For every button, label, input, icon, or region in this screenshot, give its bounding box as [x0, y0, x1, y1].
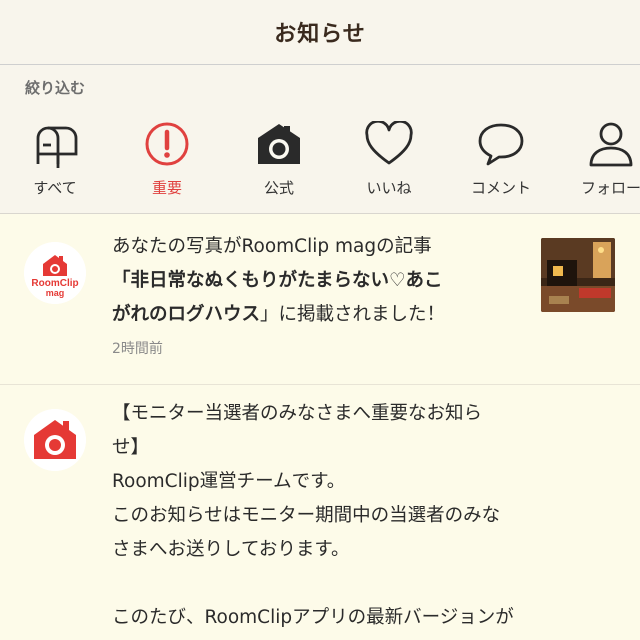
notification-message: 【モニター当選者のみなさまへ重要なお知ら せ】 RoomClip運営チームです。… — [112, 397, 612, 635]
roomclip-mag-logo: RoomClip mag — [24, 242, 86, 304]
filter-official[interactable]: 公式 — [224, 117, 334, 207]
filter-follow-label: フォロー — [580, 179, 640, 197]
heart-icon — [334, 119, 444, 169]
speech-bubble-icon — [446, 119, 556, 169]
mailbox-icon — [0, 119, 110, 169]
filter-comment-label: コメント — [470, 179, 531, 197]
house-camera-icon — [224, 119, 334, 169]
notification-item[interactable]: 【モニター当選者のみなさまへ重要なお知ら せ】 RoomClip運営チームです。… — [0, 385, 640, 640]
article-thumbnail[interactable] — [541, 238, 615, 312]
page-title: お知らせ — [274, 22, 366, 47]
notification-item[interactable]: RoomClip mag あなたの写真がRoomClip magの記事 「非日常… — [0, 214, 640, 385]
svg-text:mag: mag — [46, 288, 65, 298]
person-icon — [556, 119, 640, 169]
article-title[interactable]: 「非日常なぬくもりがたまらない♡あこ — [112, 264, 522, 298]
filter-all[interactable]: すべて — [0, 117, 110, 207]
notification-message: あなたの写真がRoomClip magの記事 「非日常なぬくもりがたまらない♡あ… — [112, 230, 522, 332]
exclamation-icon — [112, 119, 222, 169]
filter-like-label: いいね — [366, 179, 412, 197]
timestamp: 2時間前 — [112, 341, 163, 357]
filter-official-label: 公式 — [263, 179, 294, 197]
filter-label: 絞り込む — [25, 79, 86, 97]
filter-important-label: 重要 — [151, 179, 182, 197]
filter-follow[interactable]: フォロー — [556, 117, 640, 207]
filter-comment[interactable]: コメント — [446, 117, 556, 207]
article-title-cont[interactable]: がれのログハウス — [112, 304, 260, 325]
filter-bar: 絞り込む すべて 重要 公式 いいね コメント フォロー — [0, 65, 640, 214]
filter-important[interactable]: 重要 — [112, 117, 222, 207]
filter-like[interactable]: いいね — [334, 117, 444, 207]
roomclip-logo — [24, 409, 86, 471]
filter-all-label: すべて — [33, 179, 77, 197]
header: お知らせ — [0, 0, 640, 65]
